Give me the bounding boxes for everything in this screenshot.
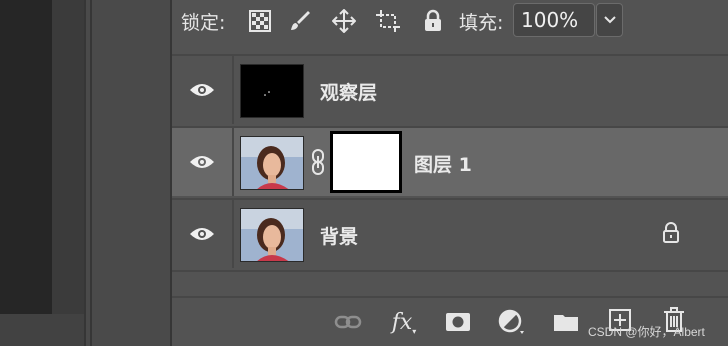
new-group-icon[interactable]: [551, 307, 581, 337]
layer-thumbnail: [240, 64, 304, 118]
fx-label: fx: [391, 309, 413, 335]
lock-all-icon[interactable]: [420, 8, 446, 34]
canvas-bottom-region: [0, 314, 84, 346]
lock-label: 锁定:: [181, 12, 226, 34]
visibility-toggle[interactable]: [172, 128, 234, 196]
add-mask-icon[interactable]: [443, 307, 473, 337]
visibility-toggle[interactable]: [172, 200, 234, 268]
lock-position-icon[interactable]: [331, 8, 357, 34]
fill-value: 100%: [521, 8, 579, 32]
watermark: CSDN @你好，Albert: [588, 325, 705, 339]
fill-label: 填充:: [459, 12, 504, 34]
layer-name[interactable]: 观察层: [320, 78, 377, 105]
portrait-thumbnail: [240, 208, 304, 262]
eye-icon: [190, 84, 214, 96]
eye-icon: [190, 156, 214, 168]
submenu-indicator-icon: ▾: [412, 326, 417, 336]
canvas-area: [0, 0, 172, 346]
divider: [84, 0, 86, 346]
layer-style-fx-icon[interactable]: fx ▾: [389, 307, 419, 337]
adjustment-layer-icon[interactable]: [497, 307, 527, 337]
portrait-thumbnail: [240, 136, 304, 190]
lock-artboard-icon[interactable]: [375, 8, 401, 34]
canvas-mid-region: [52, 0, 84, 314]
canvas-dark-region: [0, 0, 52, 314]
layer-row[interactable]: 观察层: [172, 54, 728, 124]
visibility-toggle[interactable]: [172, 56, 234, 124]
chain-link-icon[interactable]: [310, 148, 326, 176]
divider: [90, 0, 92, 346]
chevron-down-icon: [603, 16, 616, 24]
divider: [172, 270, 728, 272]
lock-image-pixels-icon[interactable]: [287, 8, 313, 34]
link-layers-icon[interactable]: [333, 307, 363, 337]
fill-dropdown-button[interactable]: [596, 3, 623, 37]
layer-name[interactable]: 图层 1: [414, 150, 472, 177]
lock-icon[interactable]: [662, 222, 680, 244]
eye-icon: [190, 228, 214, 240]
lock-transparent-pixels-icon[interactable]: [247, 8, 273, 34]
layer-mask-thumbnail[interactable]: [330, 131, 402, 193]
fill-input[interactable]: 100%: [513, 3, 595, 37]
layer-name[interactable]: 背景: [320, 222, 358, 249]
layer-row[interactable]: 背景: [172, 198, 728, 268]
layer-row-selected[interactable]: 图层 1: [172, 126, 728, 196]
